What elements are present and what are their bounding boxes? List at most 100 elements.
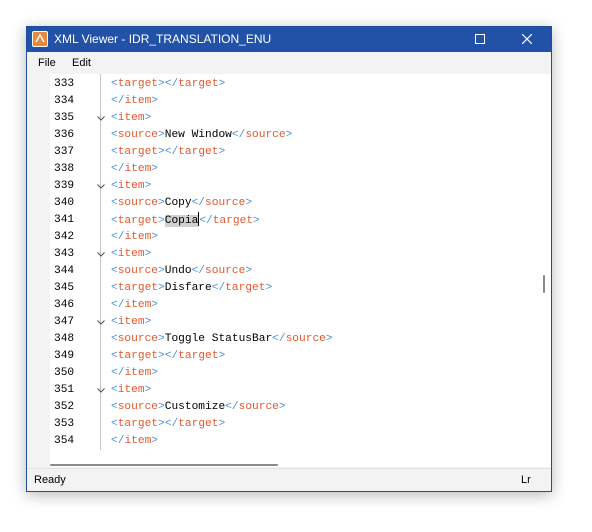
maximize-button[interactable]	[457, 27, 503, 52]
xml-tag-name: source	[117, 129, 159, 141]
code-line[interactable]: 346 </item>	[50, 297, 550, 314]
xml-bracket: </	[111, 435, 125, 447]
xml-bracket: >	[245, 265, 253, 277]
code-line[interactable]: 348 <source>Toggle StatusBar</source>	[50, 331, 550, 348]
xml-bracket: <	[111, 316, 118, 328]
xml-tag-name: target	[117, 282, 159, 294]
xml-bracket: >	[218, 350, 226, 362]
line-number: 340	[54, 197, 75, 209]
menu-bar: File Edit	[27, 52, 551, 74]
xml-tag-name: target	[117, 215, 159, 227]
xml-bracket: <	[111, 401, 118, 413]
code-text: </item>	[111, 433, 158, 450]
xml-tag-name: item	[124, 95, 152, 107]
code-line[interactable]: 342 </item>	[50, 229, 550, 246]
xml-tag-name: target	[117, 146, 159, 158]
xml-bracket: >	[151, 367, 159, 379]
code-line[interactable]: 353 <target></target>	[50, 416, 550, 433]
code-text: <target></target>	[111, 144, 225, 161]
code-text: <target></target>	[111, 76, 225, 93]
xml-tag-name: item	[117, 248, 145, 260]
xml-bracket: </	[191, 197, 206, 209]
code-line[interactable]: 352 <source>Customize</source>	[50, 399, 550, 416]
code-text: <source>Customize</source>	[111, 399, 286, 416]
code-text: </item>	[111, 297, 158, 314]
code-line[interactable]: 351 <item>	[50, 382, 550, 399]
xml-bracket: <	[111, 78, 118, 90]
vertical-scrollbar-thumb[interactable]	[543, 275, 545, 293]
xml-bracket: <	[111, 112, 118, 124]
code-line[interactable]: 350 </item>	[50, 365, 550, 382]
xml-tag-name: item	[117, 316, 145, 328]
xml-bracket: </	[231, 129, 246, 141]
code-text: </item>	[111, 229, 158, 246]
close-icon	[522, 34, 532, 44]
code-text: <source>Copy</source>	[111, 195, 252, 212]
maximize-icon	[475, 34, 485, 44]
close-button[interactable]	[504, 27, 550, 52]
horizontal-scrollbar-thumb[interactable]	[50, 464, 278, 466]
code-text: </item>	[111, 93, 158, 110]
fold-toggle-chevron-down-icon[interactable]	[97, 382, 105, 399]
xml-tag-name: item	[124, 367, 152, 379]
code-text: <source>Undo</source>	[111, 263, 252, 280]
code-line[interactable]: 335 <item>	[50, 110, 550, 127]
line-number: 353	[54, 418, 75, 430]
xml-tag-name: source	[205, 197, 246, 209]
xml-bracket: </	[272, 333, 286, 345]
code-line[interactable]: 347 <item>	[50, 314, 550, 331]
line-number: 343	[54, 248, 75, 260]
xml-bracket: >	[151, 299, 159, 311]
fold-toggle-chevron-down-icon[interactable]	[97, 314, 105, 331]
xml-bracket: >	[144, 316, 152, 328]
line-number: 347	[54, 316, 75, 328]
code-line[interactable]: 340 <source>Copy</source>	[50, 195, 550, 212]
fold-toggle-chevron-down-icon[interactable]	[97, 110, 105, 127]
status-indicator: Lr	[521, 474, 531, 486]
code-text: <item>	[111, 314, 151, 331]
fold-toggle-chevron-down-icon[interactable]	[97, 246, 105, 263]
fold-toggle-chevron-down-icon[interactable]	[97, 178, 105, 195]
status-bar: Ready Lr	[27, 468, 551, 491]
code-editor[interactable]: 333 <target></target> 334 </item> 335 <item> 3…	[50, 74, 551, 467]
code-line[interactable]: 333 <target></target>	[50, 76, 550, 93]
xml-tag-name: target	[178, 350, 219, 362]
xml-bracket: <	[111, 146, 118, 158]
line-number: 336	[54, 129, 75, 141]
line-number: 349	[54, 350, 75, 362]
line-number: 339	[54, 180, 75, 192]
xml-tag-name: target	[178, 146, 219, 158]
xml-tag-name: target	[225, 282, 266, 294]
code-text: </item>	[111, 365, 158, 382]
xml-bracket: <	[111, 333, 118, 345]
xml-tag-name: target	[117, 350, 159, 362]
code-line[interactable]: 354 </item>	[50, 433, 550, 450]
code-line[interactable]: 349 <target></target>	[50, 348, 550, 365]
line-number: 348	[54, 333, 75, 345]
xml-bracket: </	[111, 95, 125, 107]
xml-bracket: >	[151, 231, 159, 243]
xml-bracket: >	[265, 282, 273, 294]
xml-bracket: <	[111, 265, 118, 277]
menu-edit[interactable]: Edit	[72, 57, 91, 69]
xml-tag-name: target	[117, 418, 159, 430]
menu-file[interactable]: File	[38, 57, 56, 69]
xml-bracket: >	[144, 112, 152, 124]
title-bar[interactable]: XML Viewer - IDR_TRANSLATION_ENU	[27, 27, 551, 52]
xml-bracket: <	[111, 129, 118, 141]
code-line[interactable]: 345 <target>Disfare</target>	[50, 280, 550, 297]
xml-text: Customize	[164, 401, 226, 413]
code-line[interactable]: 336 <source>New Window</source>	[50, 127, 550, 144]
code-line[interactable]: 339 <item>	[50, 178, 550, 195]
code-line[interactable]: 344 <source>Undo</source>	[50, 263, 550, 280]
xml-tag-name: source	[238, 401, 279, 413]
code-line[interactable]: 334 </item>	[50, 93, 550, 110]
code-line[interactable]: 343 <item>	[50, 246, 550, 263]
xml-text: Undo	[164, 265, 192, 277]
code-line[interactable]: 337 <target></target>	[50, 144, 550, 161]
code-line[interactable]: 338 </item>	[50, 161, 550, 178]
xml-bracket: >	[245, 197, 253, 209]
xml-tag-name: target	[178, 418, 219, 430]
xml-bracket: >	[158, 197, 165, 209]
code-line[interactable]: 341 <target>Copia</target>	[50, 212, 550, 229]
